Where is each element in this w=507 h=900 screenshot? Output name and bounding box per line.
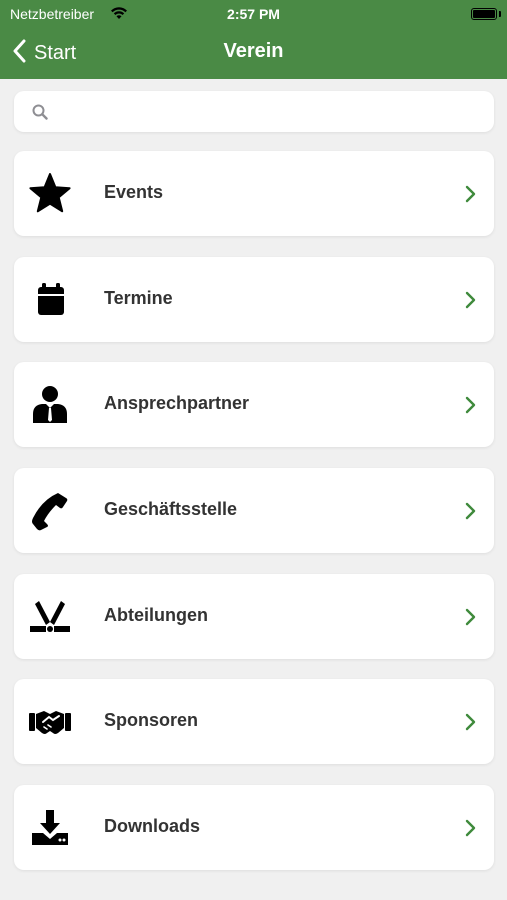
status-bar: Netzbetreiber 2:57 PM [0, 0, 507, 28]
search-input[interactable] [58, 99, 482, 125]
battery-tip [499, 11, 501, 17]
menu-item-events[interactable]: Events [14, 151, 494, 236]
chevron-left-icon [12, 39, 26, 68]
menu-item-label: Termine [104, 287, 173, 308]
chevron-right-icon [464, 185, 476, 208]
menu-item-label: Events [104, 182, 164, 202]
menu-item-termine[interactable]: Termine [14, 256, 494, 342]
menu-item-abteilungen[interactable]: Abteilungen [14, 573, 494, 659]
chevron-right-icon [464, 608, 476, 631]
menu-item-label: Sponsoren [104, 710, 199, 731]
chevron-right-icon [464, 819, 476, 842]
star-icon [28, 172, 72, 216]
calendar-icon [28, 278, 72, 322]
status-time: 2:57 PM [227, 6, 280, 22]
handshake-icon [28, 700, 72, 744]
menu-item-label: Geschäftsstelle [104, 499, 238, 520]
menu-item-label: Ansprechpartner [104, 393, 250, 414]
menu-item-geschaeftsstelle[interactable]: Geschäftsstelle [14, 468, 494, 554]
hockey-sticks-icon [28, 595, 72, 639]
menu-item-sponsoren[interactable]: Sponsoren [14, 679, 494, 765]
menu-item-label: Abteilungen [104, 604, 208, 625]
chevron-right-icon [464, 396, 476, 419]
navigation-bar: Start Verein [0, 28, 507, 79]
chevron-right-icon [464, 713, 476, 736]
back-button[interactable]: Start [12, 38, 76, 68]
battery-icon [471, 8, 497, 20]
chevron-right-icon [464, 502, 476, 525]
person-icon [28, 383, 72, 427]
chevron-right-icon [464, 291, 476, 314]
menu-item-downloads[interactable]: Downloads [14, 785, 494, 871]
search-bar[interactable] [14, 91, 494, 132]
search-icon [32, 104, 48, 125]
back-label: Start [34, 41, 77, 64]
menu-item-ansprechpartner[interactable]: Ansprechpartner [14, 362, 494, 448]
menu-list: Events Termine Ansprechpartner Geschäfts… [14, 151, 494, 891]
phone-icon [28, 489, 72, 533]
download-icon [28, 806, 72, 850]
menu-item-label: Downloads [104, 816, 201, 837]
